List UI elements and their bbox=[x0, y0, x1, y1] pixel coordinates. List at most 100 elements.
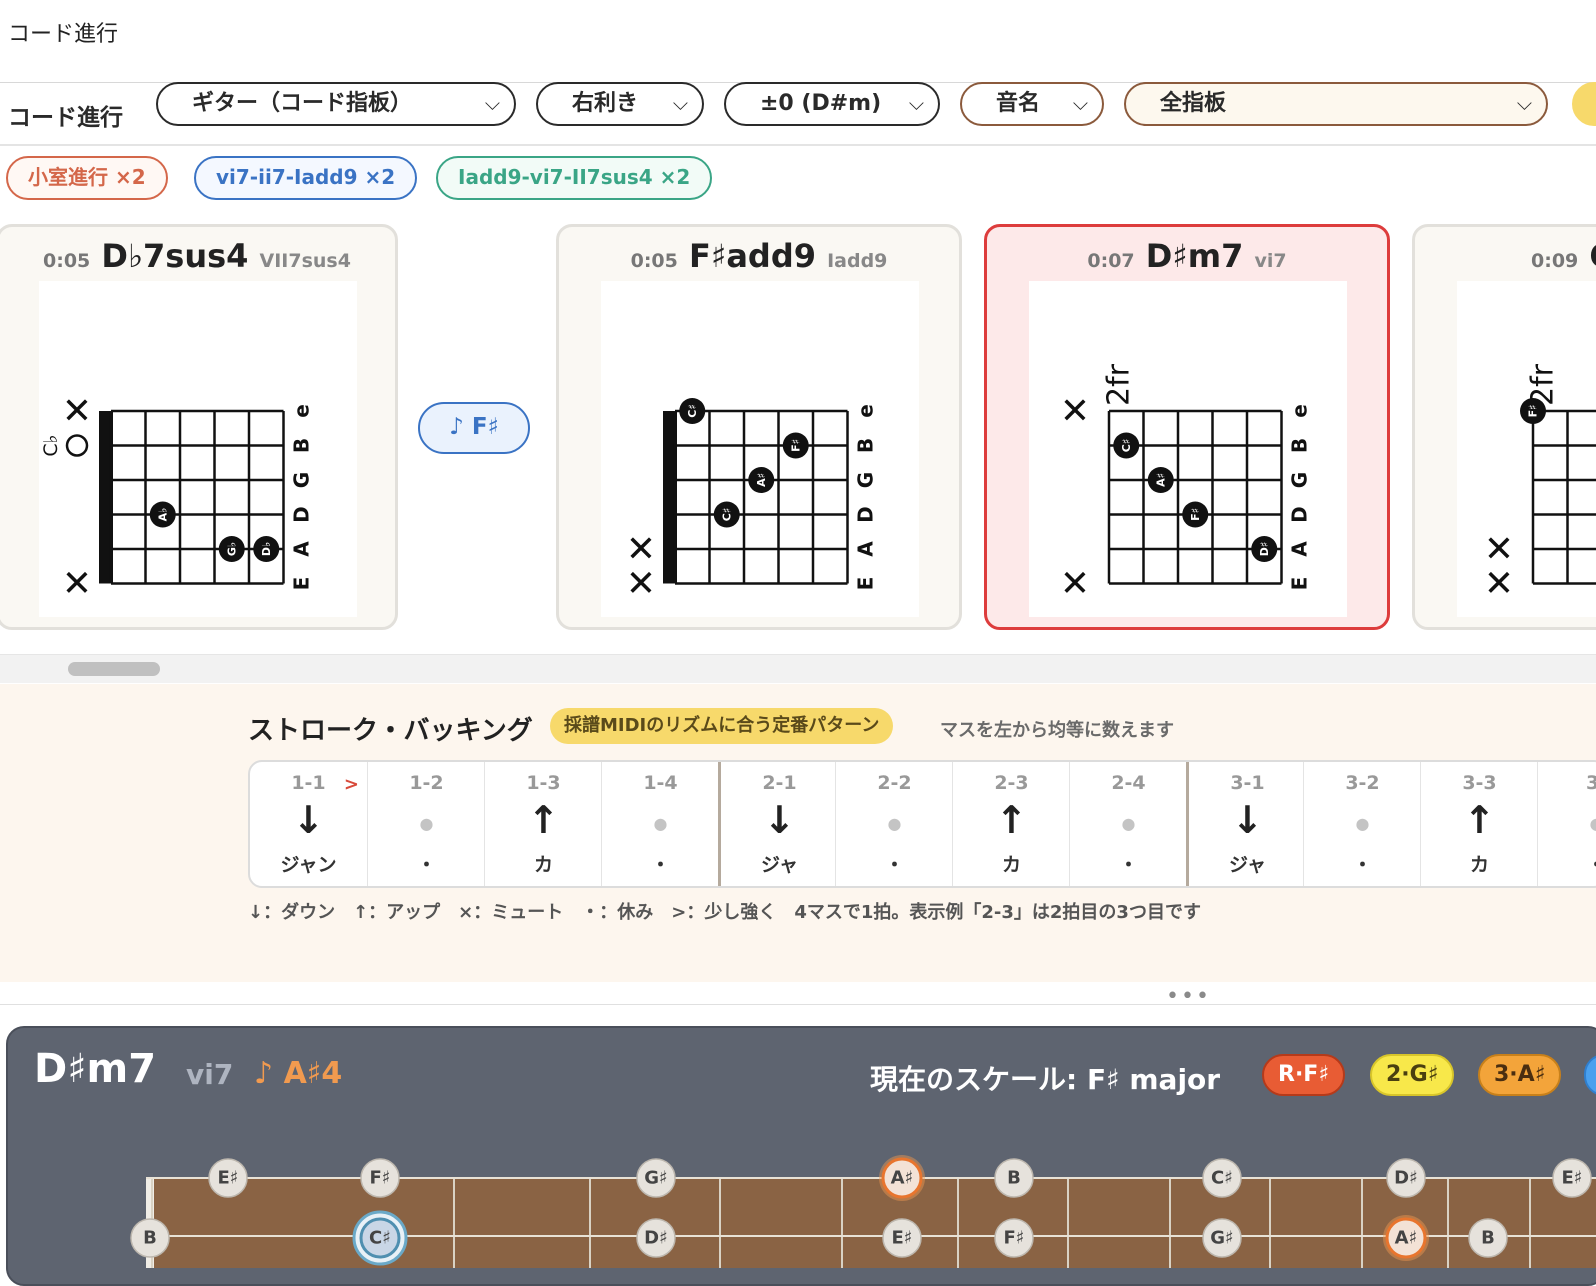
strum-section: ストローク・バッキング 採譜MIDIのリズムに合う定番パターン マスを左から均等… bbox=[0, 684, 1596, 982]
finger-dot-label: D♯ bbox=[1258, 542, 1271, 556]
hand-select[interactable]: 右利き ⌵ bbox=[536, 82, 704, 126]
strum-beat[interactable]: 1-1 > ↓ ジャン bbox=[250, 762, 367, 886]
strum-beat[interactable]: 2-3 ↑ カ bbox=[952, 762, 1070, 886]
up-stroke-icon: ↑ bbox=[995, 798, 1028, 842]
bass-note-badge[interactable]: ♪ F♯ bbox=[418, 402, 530, 454]
strum-beat[interactable]: 1-3 ↑ カ bbox=[484, 762, 602, 886]
chevron-down-icon: ⌵ bbox=[484, 91, 500, 115]
chord-degree: vi7 bbox=[1254, 250, 1287, 272]
finger-dot-label: A♭ bbox=[156, 508, 169, 522]
beat-position: 1-2 bbox=[409, 772, 444, 794]
chevron-down-icon: ⌵ bbox=[908, 91, 924, 115]
transpose-select[interactable]: ±0 (D#m) ⌵ bbox=[724, 82, 940, 126]
horizontal-scrollbar[interactable] bbox=[0, 654, 1596, 683]
scale-degree-pill[interactable]: R·F♯ bbox=[1262, 1054, 1345, 1096]
strum-beat[interactable]: 1-2 ● ・ bbox=[367, 762, 485, 886]
chord-diagram: ✕ ✕ 2fr F♯ bbox=[1457, 281, 1596, 617]
chord-card-header: 0:07 D♯m7 vi7 bbox=[987, 237, 1387, 275]
scale-degree-pill[interactable]: 2·G♯ bbox=[1370, 1054, 1455, 1096]
finger-dot-label: D♭ bbox=[260, 542, 273, 556]
range-select[interactable]: 全指板 ⌵ bbox=[1124, 82, 1548, 126]
scale-degree-pill[interactable] bbox=[1584, 1054, 1596, 1096]
control-bar: コード進行 ギター（コード指板） ⌵ 右利き ⌵ ±0 (D#m) ⌵ 音名 ⌵… bbox=[0, 82, 1596, 144]
resize-handle[interactable]: ••• bbox=[1166, 984, 1211, 1009]
strum-beat[interactable]: 3-1 ↓ ジャ bbox=[1186, 762, 1306, 886]
progression-chip-iadd9-vi7[interactable]: Iadd9-vi7-II7sus4 ×2 bbox=[436, 156, 713, 200]
beat-position: 2-1 bbox=[762, 772, 797, 794]
chord-card[interactable]: 0:05 F♯add9 Iadd9 E A D G Be ✕ ✕ C♯ C♯ A♯ F♯ bbox=[556, 224, 962, 630]
strum-beat[interactable]: 3- ● ・ bbox=[1537, 762, 1596, 886]
chord-card-active[interactable]: 0:07 D♯m7 vi7 E A D G Be ✕ ✕ 2fr C♯ A♯ F♯ D♯ bbox=[984, 224, 1390, 630]
page-title: コード進行 bbox=[8, 22, 119, 47]
rest-dot-icon: ● bbox=[653, 814, 668, 833]
finger-dot-label: F♯ bbox=[1189, 508, 1202, 521]
progression-chip-vi7-ii7[interactable]: vi7-ii7-Iadd9 ×2 bbox=[194, 156, 418, 200]
strum-beat[interactable]: 2-2 ● ・ bbox=[835, 762, 953, 886]
chord-card-header: 0:05 D♭7sus4 VII7sus4 bbox=[0, 237, 395, 275]
strum-beat[interactable]: 1-4 ● ・ bbox=[601, 762, 719, 886]
open-string-mark bbox=[65, 434, 89, 457]
string-name: A bbox=[290, 541, 314, 557]
chord-degree: Iadd9 bbox=[827, 250, 888, 272]
progression-chip-komuro[interactable]: 小室進行 ×2 bbox=[6, 156, 168, 200]
note-display-select[interactable]: 音名 ⌵ bbox=[960, 82, 1104, 126]
fret-position-label: 2fr bbox=[1102, 363, 1137, 406]
note-display-select-value: 音名 bbox=[996, 91, 1041, 116]
note-label: F♯ bbox=[1003, 1228, 1024, 1249]
mute-mark: ✕ bbox=[62, 391, 92, 432]
beat-sound: ・ bbox=[416, 854, 436, 876]
beat-position: 2-3 bbox=[994, 772, 1029, 794]
string-name: e bbox=[854, 404, 878, 418]
chord-card[interactable]: 0:05 D♭7sus4 VII7sus4 E A D G Be ✕ ✕ C♭ A♭ G♭ D♭ bbox=[0, 224, 398, 630]
beat-position: 3- bbox=[1538, 772, 1596, 794]
chord-card[interactable]: 0:09 C ✕✕2frF♯ bbox=[1412, 224, 1596, 630]
mute-mark: ✕ bbox=[1060, 564, 1090, 605]
note-label: C♯ bbox=[369, 1228, 391, 1249]
note-label: G♯ bbox=[644, 1168, 667, 1189]
section-divider bbox=[0, 1004, 1596, 1005]
beat-sound: ・ bbox=[1538, 850, 1596, 877]
beat-position: 3-1 bbox=[1230, 772, 1265, 794]
string-name: G bbox=[1288, 472, 1312, 488]
finger-dot-label: C♯ bbox=[1120, 439, 1133, 452]
chord-diagram: E A D G Be ✕ ✕ C♭ A♭ G♭ D♭ bbox=[39, 281, 357, 617]
current-degree: vi7 bbox=[186, 1058, 234, 1091]
strum-beat[interactable]: 2-1 ↓ ジャ bbox=[718, 762, 838, 886]
chord-name: C bbox=[1589, 237, 1596, 275]
strum-beat[interactable]: 2-4 ● ・ bbox=[1069, 762, 1187, 886]
string-name: B bbox=[1288, 438, 1312, 453]
strum-grid: 1-1 > ↓ ジャン 1-2 ● ・ 1-3 ↑ カ 1-4 ● ・ 2-1 ↓ ジャ 2-2 ● ・ 2-3 ↑ カ 2… bbox=[248, 760, 1596, 888]
beat-sound: ジャ bbox=[760, 854, 799, 876]
scrollbar-thumb[interactable] bbox=[68, 662, 160, 676]
chord-time: 0:05 bbox=[630, 250, 678, 272]
rest-dot-icon: ● bbox=[1538, 814, 1596, 833]
string-name: E bbox=[854, 577, 878, 591]
strum-pattern-badge: 採譜MIDIのリズムに合う定番パターン bbox=[550, 708, 894, 744]
chord-degree: VII7sus4 bbox=[259, 250, 351, 272]
hand-select-value: 右利き bbox=[572, 91, 639, 116]
extra-select[interactable] bbox=[1572, 82, 1596, 126]
string-name: D bbox=[854, 506, 878, 523]
strum-note: マスを左から均等に数えます bbox=[940, 720, 1174, 741]
chord-diagram-svg: EADGBe✕✕C♯C♯A♯F♯ bbox=[626, 398, 878, 605]
string-name: A bbox=[1288, 541, 1312, 557]
beat-sound: ・ bbox=[1118, 854, 1138, 876]
down-stroke-icon: ↓ bbox=[1231, 798, 1264, 842]
beat-sound: ジャ bbox=[1228, 854, 1267, 876]
chord-diagram-svg: EADGBe✕✕C♭A♭G♭ D♭ bbox=[40, 391, 314, 605]
strum-title: ストローク・バッキング bbox=[248, 716, 533, 746]
strum-beat[interactable]: 3-2 ● ・ bbox=[1303, 762, 1421, 886]
note-label: F♯ bbox=[369, 1168, 390, 1189]
strum-beat[interactable]: 3-3 ↑ カ bbox=[1420, 762, 1538, 886]
range-select-value: 全指板 bbox=[1160, 91, 1227, 116]
scale-degree-pill[interactable]: 3·A♯ bbox=[1478, 1054, 1562, 1096]
instrument-select[interactable]: ギター（コード指板） ⌵ bbox=[156, 82, 516, 126]
string-name: E bbox=[1288, 577, 1312, 591]
note-label: D♯ bbox=[1394, 1168, 1418, 1189]
string-name: e bbox=[1288, 404, 1312, 418]
current-chord: D♯m7 bbox=[34, 1046, 157, 1092]
beat-sound: ・ bbox=[884, 854, 904, 876]
finger-dot-label: F♯ bbox=[1527, 405, 1540, 418]
chord-name: F♯add9 bbox=[688, 237, 816, 275]
string-name: B bbox=[854, 438, 878, 453]
